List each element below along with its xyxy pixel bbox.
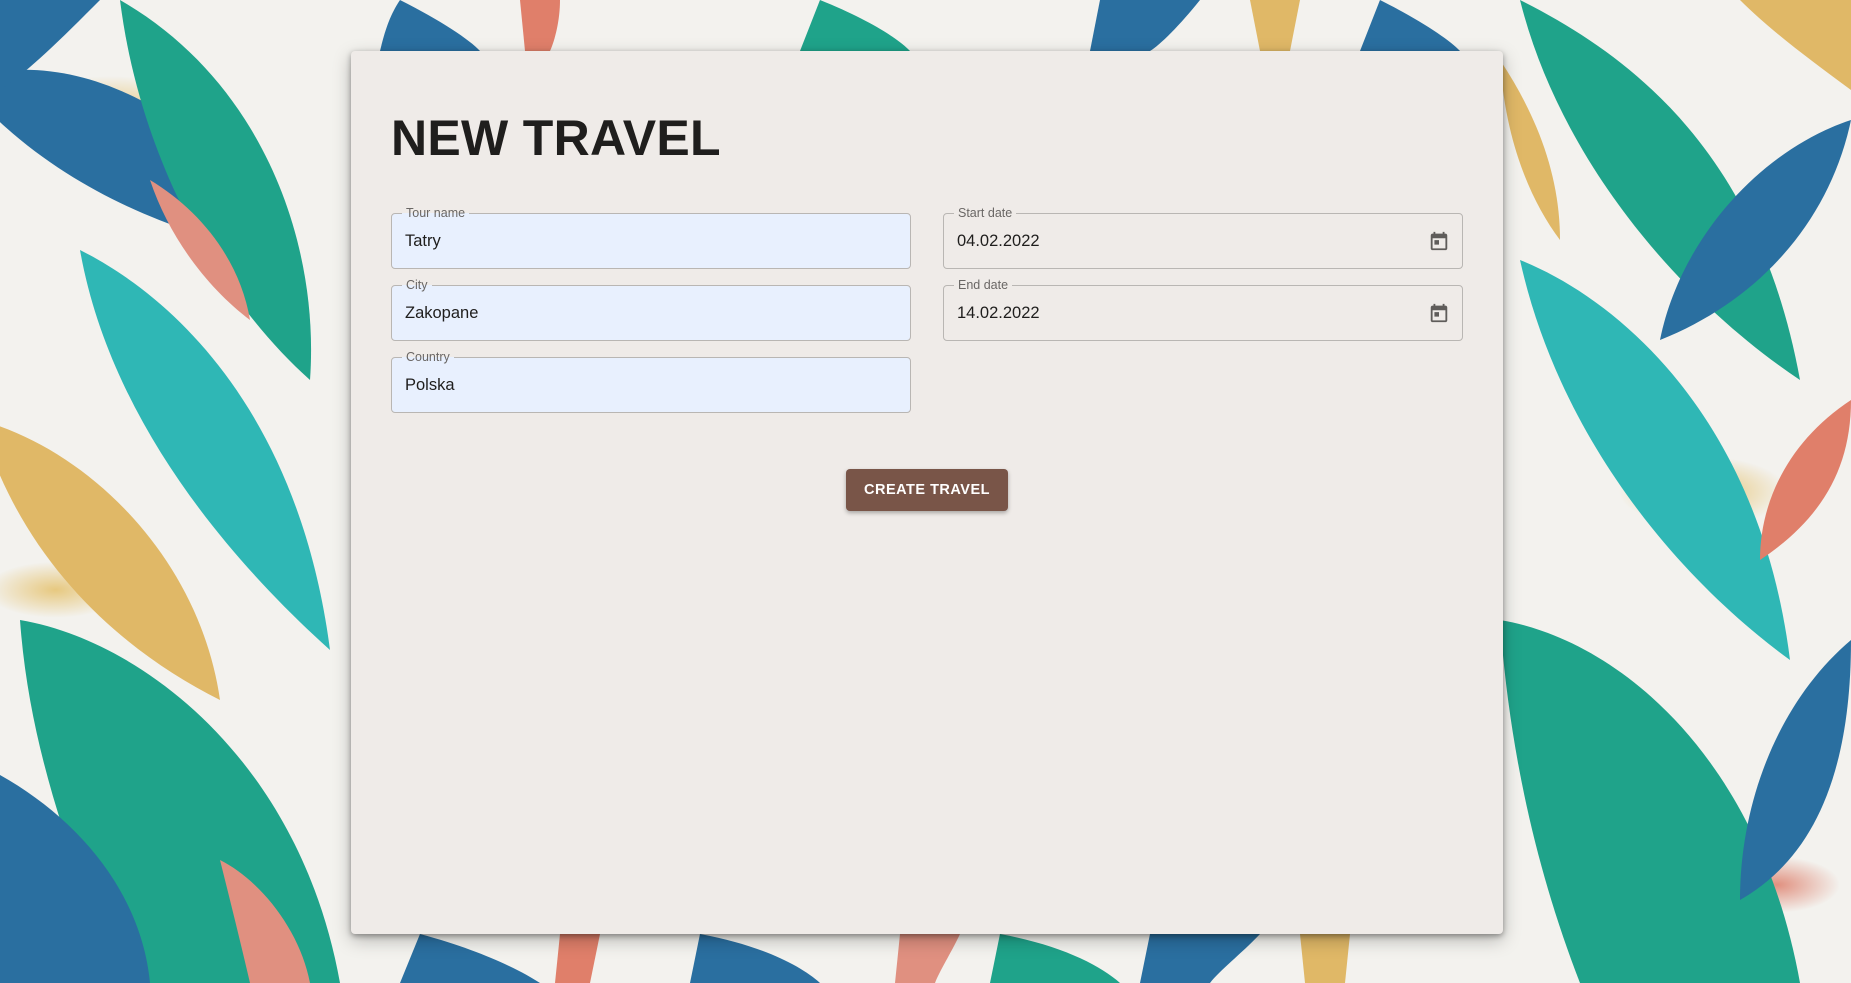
end-date-value: 14.02.2022 [957, 304, 1040, 322]
new-travel-card: NEW TRAVEL Tour name Tatry City Zakopane… [351, 51, 1503, 934]
start-date-label: Start date [954, 205, 1017, 221]
country-field[interactable]: Country Polska [391, 349, 911, 413]
city-field[interactable]: City Zakopane [391, 277, 911, 341]
start-date-field[interactable]: Start date 04.02.2022 [943, 205, 1463, 269]
city-value: Zakopane [405, 304, 479, 322]
country-label: Country [402, 349, 454, 365]
page-title: NEW TRAVEL [391, 110, 721, 166]
calendar-icon[interactable] [1428, 230, 1450, 252]
end-date-label: End date [954, 277, 1013, 293]
calendar-icon[interactable] [1428, 302, 1450, 324]
country-value: Polska [405, 376, 455, 394]
city-label: City [402, 277, 432, 293]
start-date-value: 04.02.2022 [957, 232, 1040, 250]
tour-name-label: Tour name [402, 205, 470, 221]
tour-name-value: Tatry [405, 232, 441, 250]
tour-name-field[interactable]: Tour name Tatry [391, 205, 911, 269]
create-travel-button[interactable]: CREATE TRAVEL [846, 469, 1008, 511]
end-date-field[interactable]: End date 14.02.2022 [943, 277, 1463, 341]
